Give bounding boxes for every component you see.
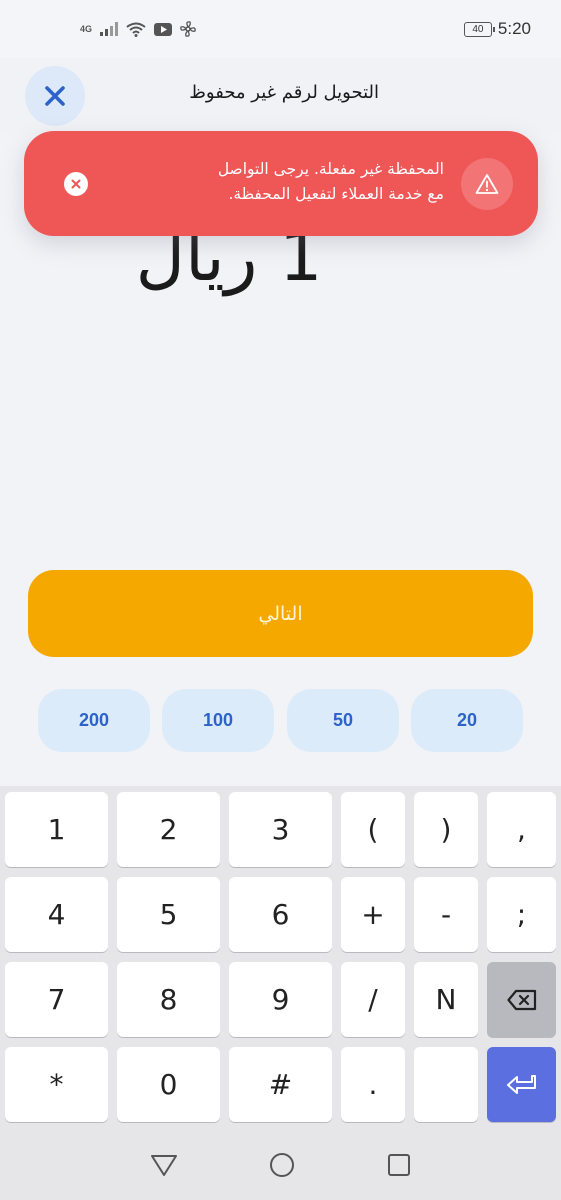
close-icon	[71, 179, 81, 189]
key-label: 6	[271, 898, 290, 931]
key-blank[interactable]	[414, 1047, 478, 1122]
key-label: ,	[517, 813, 526, 846]
key-label: 3	[271, 813, 290, 846]
key-semicolon[interactable]: ;	[487, 877, 556, 952]
key-label: (	[367, 813, 379, 846]
back-icon[interactable]	[150, 1153, 178, 1177]
quick-amount-200[interactable]: 200	[38, 689, 150, 752]
key-label: 0	[159, 1068, 178, 1101]
fan-icon	[180, 21, 196, 37]
key-label: +	[361, 898, 385, 931]
error-toast: المحفظة غير مفعلة. يرجى التواصل مع خدمة …	[24, 131, 538, 236]
status-icons-right: 40 5:20	[463, 19, 531, 39]
key-label: 1	[47, 813, 66, 846]
warning-icon	[475, 174, 499, 194]
key-label: )	[440, 813, 452, 846]
backspace-icon	[506, 989, 536, 1010]
backspace-key[interactable]	[487, 962, 556, 1037]
key-slash[interactable]: /	[341, 962, 405, 1037]
next-button[interactable]: التالي	[28, 570, 533, 657]
quick-amount-100[interactable]: 100	[162, 689, 274, 752]
key-9[interactable]: 9	[229, 962, 332, 1037]
key-label: 4	[47, 898, 66, 931]
key-minus[interactable]: -	[414, 877, 478, 952]
key-label: -	[440, 898, 452, 931]
key-5[interactable]: 5	[117, 877, 220, 952]
quick-amount-label: 200	[78, 710, 110, 730]
key-close-paren[interactable]: )	[414, 792, 478, 867]
key-8[interactable]: 8	[117, 962, 220, 1037]
quick-amount-50[interactable]: 50	[287, 689, 399, 752]
battery-icon: 40	[463, 21, 495, 37]
key-asterisk[interactable]: *	[5, 1047, 108, 1122]
key-hash[interactable]: #	[229, 1047, 332, 1122]
clock: 5:20	[497, 19, 531, 38]
numeric-keyboard: 1 2 3 ( ) , 4 5 6 + - ; 7 8 9 / N * 0 # …	[0, 786, 561, 1129]
close-icon	[45, 86, 65, 106]
key-1[interactable]: 1	[5, 792, 108, 867]
warning-icon-container	[461, 158, 513, 210]
key-label: /	[368, 983, 378, 1016]
dismiss-toast-button[interactable]	[64, 172, 88, 196]
home-icon[interactable]	[268, 1151, 296, 1179]
key-label: #	[268, 1068, 293, 1101]
key-period[interactable]: .	[341, 1047, 405, 1122]
key-label: 9	[271, 983, 290, 1016]
key-comma[interactable]: ,	[487, 792, 556, 867]
key-label: ;	[516, 898, 527, 931]
youtube-icon	[154, 22, 173, 36]
page-title: التحويل لرقم غير محفوظ	[189, 82, 379, 103]
key-2[interactable]: 2	[117, 792, 220, 867]
key-label: 8	[159, 983, 178, 1016]
next-button-label: التالي	[258, 602, 303, 625]
enter-icon	[506, 1074, 536, 1094]
status-bar: 4G 40 5:20	[0, 0, 561, 58]
key-label: *	[49, 1068, 64, 1101]
enter-key[interactable]	[487, 1047, 556, 1122]
key-label: 5	[159, 898, 178, 931]
toast-message: المحفظة غير مفعلة. يرجى التواصل مع خدمة …	[114, 157, 444, 207]
key-3[interactable]: 3	[229, 792, 332, 867]
wifi-icon	[126, 22, 146, 37]
key-label: .	[368, 1068, 378, 1101]
key-4[interactable]: 4	[5, 877, 108, 952]
signal-icon	[100, 22, 119, 36]
quick-amount-label: 50	[332, 710, 354, 730]
key-plus[interactable]: +	[341, 877, 405, 952]
system-navigation-bar	[0, 1129, 561, 1200]
quick-amount-label: 20	[456, 710, 478, 730]
quick-amount-label: 100	[202, 710, 234, 730]
key-label: N	[435, 983, 457, 1016]
key-open-paren[interactable]: (	[341, 792, 405, 867]
close-button[interactable]	[25, 66, 85, 126]
app-header: التحويل لرقم غير محفوظ	[0, 58, 561, 134]
toast-message-line2: مع خدمة العملاء لتفعيل المحفظة.	[228, 185, 444, 203]
recents-icon[interactable]	[386, 1152, 412, 1178]
key-label: 7	[47, 983, 66, 1016]
key-6[interactable]: 6	[229, 877, 332, 952]
key-0[interactable]: 0	[117, 1047, 220, 1122]
battery-level: 40	[472, 23, 484, 35]
network-type: 4G	[80, 23, 93, 34]
key-label: 2	[159, 813, 178, 846]
key-7[interactable]: 7	[5, 962, 108, 1037]
status-icons-left: 4G	[80, 21, 196, 37]
key-n[interactable]: N	[414, 962, 478, 1037]
toast-message-line1: المحفظة غير مفعلة. يرجى التواصل	[217, 160, 444, 178]
quick-amount-20[interactable]: 20	[411, 689, 523, 752]
